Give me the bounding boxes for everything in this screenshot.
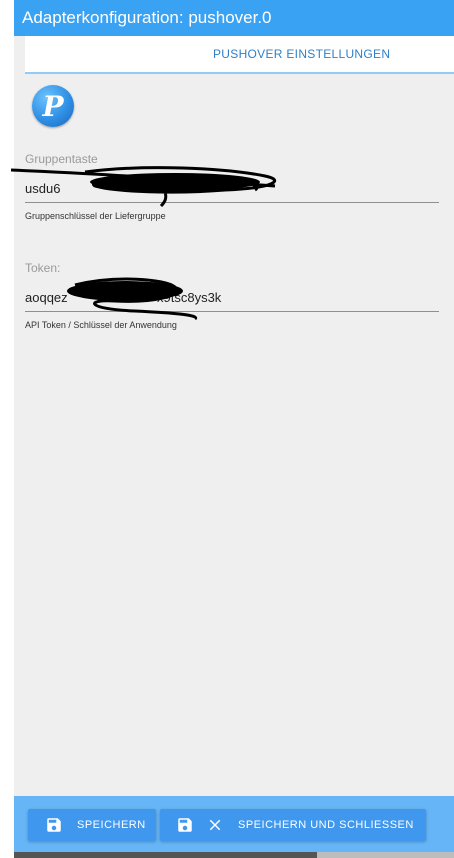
token-field: Token: aoqqez x9tsc8ys3k API Token / Sch…: [25, 261, 439, 330]
save-icon: [47, 818, 61, 832]
pushover-logo-icon: P: [32, 85, 74, 127]
footer-bar: SPEICHERN SPEICHERN UND SCHLIESSEN: [14, 796, 454, 852]
save-button-label: SPEICHERN: [77, 819, 146, 831]
save-and-close-button[interactable]: SPEICHERN UND SCHLIESSEN: [160, 809, 426, 841]
token-label: Token:: [25, 261, 61, 275]
logo-letter: P: [41, 90, 64, 123]
horizontal-scrollbar[interactable]: [14, 852, 454, 858]
group-key-field: Gruppentaste usdu6 Gruppenschlüssel der …: [10, 152, 439, 221]
window-title: Adapterkonfiguration: pushover.0: [14, 0, 454, 36]
scrollbar-thumb[interactable]: [317, 852, 454, 858]
config-panel: PUSHOVER EINSTELLUNGEN P Gruppentaste us…: [10, 36, 454, 796]
close-icon: [209, 819, 221, 831]
group-key-input[interactable]: usdu6: [10, 166, 439, 208]
redaction-scribble: [10, 166, 277, 208]
group-key-label: Gruppentaste: [25, 152, 98, 166]
tab-bar: PUSHOVER EINSTELLUNGEN: [25, 36, 454, 74]
left-margin: [0, 0, 14, 858]
save-icon: [178, 818, 192, 832]
redaction-scribble-token: [67, 277, 198, 321]
save-button[interactable]: SPEICHERN: [28, 809, 156, 841]
tab-pushover-settings[interactable]: PUSHOVER EINSTELLUNGEN: [213, 36, 390, 72]
token-input[interactable]: aoqqez x9tsc8ys3k: [25, 277, 439, 321]
save-and-close-label: SPEICHERN UND SCHLIESSEN: [238, 819, 414, 831]
